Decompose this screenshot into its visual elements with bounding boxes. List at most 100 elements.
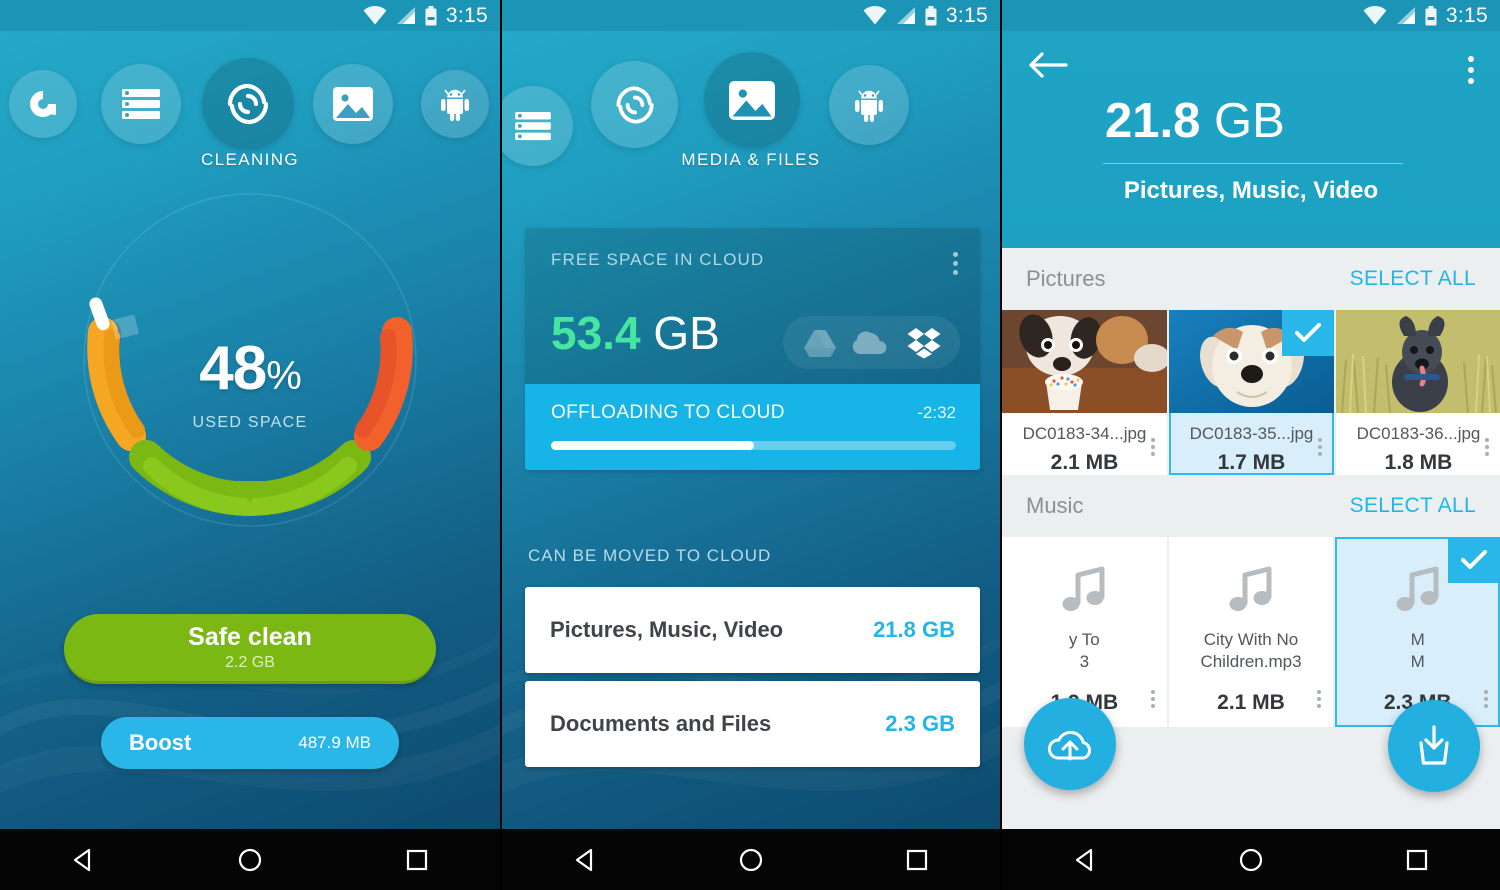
header-subtitle: Pictures, Music, Video <box>1123 177 1379 204</box>
kebab-menu-icon[interactable] <box>1151 438 1155 459</box>
home-circle-icon[interactable] <box>1237 846 1265 874</box>
android-apps-icon <box>441 89 469 121</box>
signal-icon <box>1396 6 1415 24</box>
wifi-icon <box>1363 6 1387 25</box>
back-triangle-icon[interactable] <box>69 846 97 874</box>
row-name: Documents and Files <box>550 711 772 736</box>
cloud-free-unit: GB <box>653 307 720 359</box>
used-space-gauge: 48% USED SPACE <box>0 185 500 585</box>
selection-check-icon[interactable] <box>1282 310 1334 356</box>
nav-active-label: MEDIA & FILES <box>681 150 821 169</box>
boost-button[interactable]: Boost 487.9 MB <box>101 717 399 769</box>
nav-android-apps[interactable] <box>421 70 489 138</box>
screen-media-files: 3:15 MEDIA & FILES FREE SPACE IN CLOUD 5… <box>500 0 1000 890</box>
movable-row-documents-and-files[interactable]: Documents and Files 2.3 GB <box>525 681 980 767</box>
kebab-menu-icon[interactable] <box>1485 438 1489 459</box>
storage-list-icon <box>122 89 160 119</box>
file-name: DC0183-35...jpg <box>1189 424 1314 443</box>
recents-square-icon[interactable] <box>403 846 431 874</box>
cleaning-fan-icon <box>615 85 654 124</box>
back-triangle-icon[interactable] <box>571 846 599 874</box>
row-size: 2.3 GB <box>885 711 955 736</box>
music-tile[interactable]: y To3 1.9 MB <box>1002 537 1167 727</box>
wifi-icon <box>363 6 387 25</box>
android-navbar <box>502 829 1000 890</box>
music-tile[interactable]: City With No Children.mp3 2.1 MB <box>1168 537 1334 727</box>
offloading-progress-panel: OFFLOADING TO CLOUD -2:32 <box>525 384 980 470</box>
file-name: MM <box>1410 630 1425 671</box>
nav-media-files[interactable] <box>704 52 800 148</box>
media-photo-icon <box>333 87 373 121</box>
storage-list-icon <box>515 111 551 141</box>
kebab-menu-icon[interactable] <box>1484 690 1489 711</box>
picture-tile[interactable]: DC0183-36...jpg 1.8 MB <box>1336 310 1500 475</box>
back-triangle-icon[interactable] <box>1071 846 1099 874</box>
kebab-menu-icon[interactable] <box>1150 690 1155 711</box>
battery-icon <box>425 5 437 25</box>
file-name: City With No Children.mp3 <box>1200 630 1302 671</box>
selection-check-icon[interactable] <box>1448 537 1500 583</box>
cloud-free-number: 53.4 <box>551 307 641 359</box>
status-bar: 3:15 <box>0 0 500 31</box>
nav-media-files[interactable] <box>313 64 393 144</box>
pictures-tile-row: DC0183-34...jpg 2.1 MB DC0183-35...jpg 1… <box>1002 310 1500 475</box>
kebab-menu-icon[interactable] <box>953 252 958 279</box>
select-all-music-button[interactable]: SELECT ALL <box>1350 494 1476 518</box>
avast-logo-icon <box>30 91 56 117</box>
cloud-free-amount: 53.4 GB <box>551 306 720 360</box>
movable-row-pictures-music-video[interactable]: Pictures, Music, Video 21.8 GB <box>525 587 980 673</box>
file-name: y To 3 <box>1068 630 1100 671</box>
onedrive-icon[interactable] <box>852 330 892 356</box>
picture-tile-selected[interactable]: DC0183-35...jpg 1.7 MB <box>1169 310 1334 475</box>
wifi-icon <box>863 6 887 25</box>
thumbnail-dog-blue-bg <box>1169 310 1334 413</box>
recents-square-icon[interactable] <box>903 846 931 874</box>
cleaning-fan-icon <box>227 83 269 125</box>
offloading-label: OFFLOADING TO CLOUD <box>551 402 785 423</box>
file-size: 2.1 MB <box>1050 451 1119 474</box>
group-header-pictures: Pictures SELECT ALL <box>1002 248 1500 310</box>
dropbox-icon[interactable] <box>907 327 941 359</box>
safe-clean-size: 2.2 GB <box>225 654 275 671</box>
free-space-cloud-card[interactable]: FREE SPACE IN CLOUD 53.4 GB OFFLOADING T… <box>525 228 980 470</box>
android-navbar <box>1002 829 1500 890</box>
home-circle-icon[interactable] <box>737 846 765 874</box>
group-header-music: Music SELECT ALL <box>1002 475 1500 537</box>
kebab-menu-icon[interactable] <box>1317 690 1322 711</box>
recents-square-icon[interactable] <box>1403 846 1431 874</box>
screen-pictures-music-video: 3:15 21.8 GB Pictures, Music, Video Pict… <box>1000 0 1500 890</box>
safe-clean-button[interactable]: Safe clean 2.2 GB <box>64 614 436 684</box>
android-apps-icon <box>855 90 883 122</box>
file-size: 1.8 MB <box>1384 451 1453 474</box>
nav-storage-list[interactable] <box>101 64 181 144</box>
photo-thumbnail-icon <box>1002 310 1167 413</box>
kebab-menu-icon[interactable] <box>1468 56 1474 89</box>
select-all-pictures-button[interactable]: SELECT ALL <box>1350 267 1476 291</box>
status-bar: 3:15 <box>502 0 1000 31</box>
status-bar: 3:15 <box>1002 0 1500 31</box>
home-circle-icon[interactable] <box>236 846 264 874</box>
file-name: DC0183-36...jpg <box>1356 424 1481 443</box>
row-size: 21.8 GB <box>873 617 955 642</box>
nav-avast-logo[interactable] <box>9 70 77 138</box>
boost-label: Boost <box>129 730 192 755</box>
group-title: Pictures <box>1026 266 1106 291</box>
screenshot-triptych: 3:15 CLEANING 48% USED SPACE Safe clean … <box>0 0 1500 890</box>
header-divider <box>1103 163 1403 164</box>
nav-cleaning[interactable] <box>202 58 294 150</box>
header-amount-number: 21.8 <box>1105 94 1201 148</box>
picture-tile[interactable]: DC0183-34...jpg 2.1 MB <box>1002 310 1167 475</box>
google-drive-icon[interactable] <box>803 328 837 358</box>
group-title: Music <box>1026 493 1084 518</box>
upload-to-cloud-fab[interactable] <box>1024 698 1116 790</box>
offloading-progress-bar <box>551 441 956 450</box>
music-tile-selected[interactable]: MM 2.3 MB <box>1335 537 1500 727</box>
download-to-device-fab[interactable] <box>1388 700 1480 792</box>
nav-android-apps[interactable] <box>829 65 909 145</box>
screen-cleaning: 3:15 CLEANING 48% USED SPACE Safe clean … <box>0 0 500 890</box>
nav-cleaning[interactable] <box>591 61 678 148</box>
kebab-menu-icon[interactable] <box>1318 438 1322 459</box>
arrow-left-icon[interactable] <box>1028 50 1068 80</box>
status-time: 3:15 <box>445 3 488 27</box>
boost-size: 487.9 MB <box>298 733 371 752</box>
